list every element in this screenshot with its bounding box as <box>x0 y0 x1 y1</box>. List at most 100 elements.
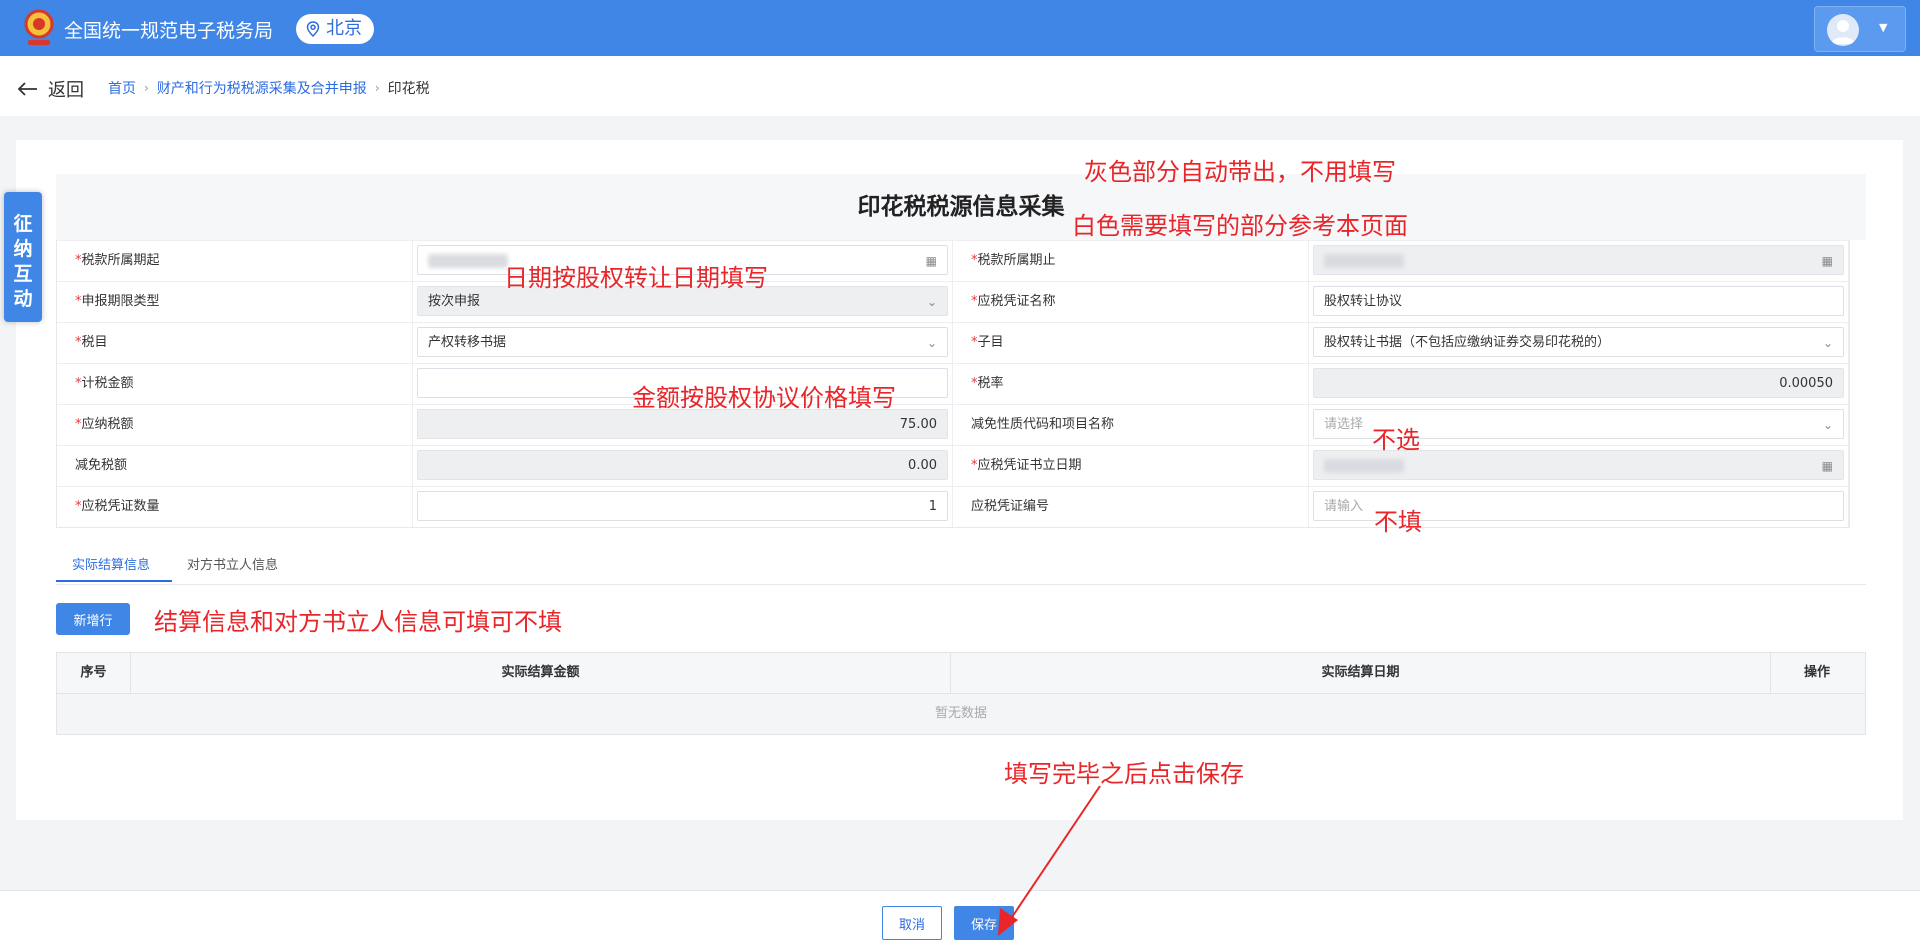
breadcrumb-home[interactable]: 首页 <box>108 78 136 98</box>
document-number-value: 请输入 <box>1324 499 1364 514</box>
sub-item-label: *子目 <box>953 323 1309 363</box>
taxable-document-name-input[interactable]: 股权转让协议 <box>1313 286 1844 316</box>
redacted-date <box>1324 253 1404 268</box>
side-tab-label: 征纳互动 <box>13 213 33 310</box>
breadcrumb-bar: 返回 首页 › 财产和行为税税源采集及合并申报 › 印花税 <box>0 56 1920 116</box>
column-header: 操作 <box>1803 665 1830 680</box>
emblem-logo <box>24 9 54 45</box>
back-button[interactable]: 返回 <box>18 76 84 102</box>
annotation-gray-note: 灰色部分自动带出，不用填写 <box>1084 158 1396 186</box>
form-row: *应纳税额 75.00 减免性质代码和项目名称 请选择 ⌄ <box>57 404 1849 445</box>
tab-bar: 实际结算信息 对方书立人信息 <box>56 544 1866 585</box>
interaction-side-tab[interactable]: 征纳互动 <box>4 192 42 322</box>
filing-period-type-label-text: 申报期限类型 <box>81 294 160 309</box>
form-row: 减免税额 0.00 *应税凭证书立日期 ▦ <box>57 445 1849 486</box>
breadcrumb-property-tax[interactable]: 财产和行为税税源采集及合并申报 <box>157 78 367 98</box>
top-bar: 全国统一规范电子税务局 北京 ▼ <box>0 0 1920 56</box>
document-quantity-input[interactable]: 1 <box>417 491 948 521</box>
form-section: 印花税税源信息采集 *税款所属期起 ▦ *税款所属期止 ▦ *申报期限类型 按次申报 ⌄ *应… <box>56 174 1866 528</box>
document-quantity-label: *应税凭证数量 <box>57 487 413 527</box>
taxable-amount-label-text: 计税金额 <box>81 376 134 391</box>
avatar <box>1827 14 1859 46</box>
empty-state: 暂无数据 <box>57 693 1865 734</box>
region-name: 北京 <box>326 18 362 39</box>
tax-rate-value: 0.00050 <box>1779 376 1833 391</box>
tax-item-cell: 产权转移书据 ⌄ <box>413 323 953 363</box>
active-tab-indicator <box>56 580 172 582</box>
annotation-arrow-icon <box>998 785 1101 936</box>
tax-rate-label-text: 税率 <box>977 376 1004 391</box>
period-end-date-picker: ▦ <box>1313 245 1844 275</box>
breadcrumb-current: 印花税 <box>387 81 430 97</box>
table-header: 序号 实际结算金额 实际结算日期 操作 <box>57 653 1865 693</box>
back-label: 返回 <box>48 80 84 101</box>
taxable-document-name-cell: 股权转让协议 <box>1309 282 1849 322</box>
cancel-button[interactable]: 取消 <box>882 906 942 940</box>
tax-item-select[interactable]: 产权转移书据 ⌄ <box>417 327 948 357</box>
annotation-no-select-note: 不选 <box>1372 426 1420 454</box>
document-number-label: 应税凭证编号 <box>953 487 1309 527</box>
exemption-code-label: 减免性质代码和项目名称 <box>953 405 1309 445</box>
form-row: *计税金额 *税率 0.00050 <box>57 363 1849 404</box>
period-start-label-text: 税款所属期起 <box>81 253 160 268</box>
annotation-date-note: 日期按股权转让日期填写 <box>504 264 768 292</box>
sub-item-label-text: 子目 <box>977 335 1004 350</box>
column-header: 序号 <box>57 653 131 693</box>
tax-payable-label-text: 应纳税额 <box>81 417 134 432</box>
document-quantity-label-text: 应税凭证数量 <box>81 499 160 514</box>
sub-item-value: 股权转让书据（不包括应缴纳证券交易印花税的） <box>1324 335 1611 350</box>
add-row-button[interactable]: 新增行 <box>56 603 130 635</box>
document-number-label-text: 应税凭证编号 <box>971 499 1050 514</box>
calendar-icon: ▦ <box>1821 459 1833 473</box>
exemption-amount-value: 0.00 <box>908 458 937 473</box>
tab-counterparty-info[interactable]: 对方书立人信息 <box>187 554 278 573</box>
exemption-code-label-text: 减免性质代码和项目名称 <box>971 417 1115 432</box>
period-end-label: *税款所属期止 <box>953 241 1309 281</box>
chevron-down-icon: ⌄ <box>1822 418 1833 432</box>
document-issue-date-label-text: 应税凭证书立日期 <box>977 458 1082 473</box>
calendar-icon: ▦ <box>1821 254 1833 268</box>
sub-item-cell: 股权转让书据（不包括应缴纳证券交易印花税的） ⌄ <box>1309 323 1849 363</box>
calendar-icon: ▦ <box>925 254 937 268</box>
user-menu[interactable]: ▼ <box>1814 6 1906 52</box>
tab-settlement-info[interactable]: 实际结算信息 <box>72 554 150 573</box>
exemption-amount-label: 减免税额 <box>57 446 413 486</box>
taxable-amount-label: *计税金额 <box>57 364 413 404</box>
form-row: *应税凭证数量 1 应税凭证编号 请输入 <box>57 486 1849 527</box>
exemption-amount-input: 0.00 <box>417 450 948 480</box>
sub-item-select[interactable]: 股权转让书据（不包括应缴纳证券交易印花税的） ⌄ <box>1313 327 1844 357</box>
tax-rate-label: *税率 <box>953 364 1309 404</box>
column-header: 实际结算日期 <box>951 653 1771 693</box>
region-selector[interactable]: 北京 <box>296 14 374 44</box>
annotation-no-fill-note: 不填 <box>1374 508 1422 536</box>
form-row: *税目 产权转移书据 ⌄ *子目 股权转让书据（不包括应缴纳证券交易印花税的） ⌄ <box>57 322 1849 363</box>
form-grid: *税款所属期起 ▦ *税款所属期止 ▦ *申报期限类型 按次申报 ⌄ *应税凭证名称 股权转让协… <box>56 240 1850 528</box>
chevron-down-icon: ▼ <box>1879 21 1888 34</box>
tax-item-label: *税目 <box>57 323 413 363</box>
document-quantity-value: 1 <box>928 499 937 514</box>
taxable-document-name-label-text: 应税凭证名称 <box>977 294 1056 309</box>
settlement-table: 序号 实际结算金额 实际结算日期 操作 暂无数据 <box>56 652 1866 735</box>
user-icon <box>1831 20 1855 44</box>
chevron-right-icon: › <box>144 81 149 95</box>
tax-rate-input: 0.00050 <box>1313 368 1844 398</box>
chevron-down-icon: ⌄ <box>926 295 937 309</box>
period-end-cell: ▦ <box>1309 241 1849 281</box>
form-row: *申报期限类型 按次申报 ⌄ *应税凭证名称 股权转让协议 <box>57 281 1849 322</box>
app-title: 全国统一规范电子税务局 <box>64 20 274 42</box>
tax-rate-cell: 0.00050 <box>1309 364 1849 404</box>
chevron-right-icon: › <box>374 81 380 95</box>
redacted-date <box>428 253 508 268</box>
period-end-label-text: 税款所属期止 <box>977 253 1056 268</box>
annotation-optional-note: 结算信息和对方书立人信息可填可不填 <box>154 608 562 636</box>
arrow-left-icon <box>18 82 37 96</box>
tax-payable-label: *应纳税额 <box>57 405 413 445</box>
chevron-down-icon: ⌄ <box>926 336 937 350</box>
exemption-code-value: 请选择 <box>1324 417 1364 432</box>
document-issue-date-label: *应税凭证书立日期 <box>953 446 1309 486</box>
tax-payable-input: 75.00 <box>417 409 948 439</box>
form-row: *税款所属期起 ▦ *税款所属期止 ▦ <box>57 240 1849 281</box>
location-pin-icon <box>306 21 320 37</box>
annotation-white-note: 白色需要填写的部分参考本页面 <box>1072 212 1408 240</box>
period-start-label: *税款所属期起 <box>57 241 413 281</box>
